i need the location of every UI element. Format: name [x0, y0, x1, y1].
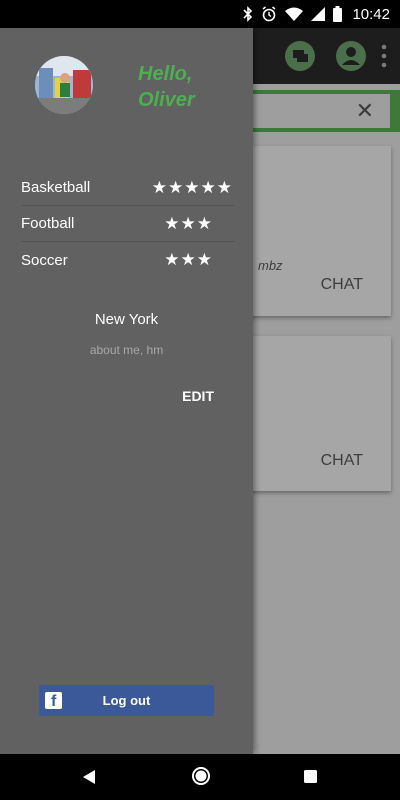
edit-button[interactable]: EDIT	[182, 388, 214, 404]
sports-list: Basketball ★★★★★ Football ★★★ Soccer ★★★	[21, 170, 235, 278]
avatar[interactable]	[35, 56, 93, 114]
home-icon[interactable]	[191, 766, 211, 786]
logout-button[interactable]: f Log out	[39, 685, 214, 716]
battery-icon	[333, 6, 343, 22]
list-card: mbz CHAT	[240, 146, 391, 316]
list-item: Basketball ★★★★★	[21, 170, 235, 206]
card-text: mbz	[258, 258, 283, 273]
status-bar: 10:42	[0, 0, 400, 28]
sport-name: Basketball	[21, 179, 91, 196]
navigation-drawer: Hello, Oliver Basketball ★★★★★ Football …	[0, 28, 253, 754]
star-rating: ★★★	[164, 213, 213, 233]
wifi-icon	[285, 7, 304, 21]
account-icon[interactable]	[336, 41, 366, 71]
about-text: about me, hm	[89, 343, 164, 357]
city-label: New York	[94, 311, 159, 328]
logout-label: Log out	[102, 693, 151, 708]
recents-icon[interactable]	[304, 770, 317, 783]
bluetooth-icon	[243, 6, 253, 22]
signal-icon	[311, 7, 326, 21]
star-rating: ★★★	[164, 250, 213, 269]
list-item: Football ★★★	[21, 206, 235, 242]
close-icon[interactable]: ✕	[356, 100, 374, 122]
search-input[interactable]: ✕	[253, 94, 390, 128]
back-icon[interactable]	[82, 769, 96, 785]
sport-name: Football	[21, 215, 75, 232]
list-item: Soccer ★★★	[21, 242, 235, 278]
status-time: 10:42	[352, 5, 390, 23]
chat-bubbles-icon[interactable]	[285, 41, 315, 71]
more-vert-icon[interactable]	[380, 44, 388, 68]
navigation-bar	[0, 754, 400, 800]
star-rating: ★★★★★	[151, 177, 233, 197]
sport-name: Soccer	[21, 251, 68, 269]
list-card: CHAT	[240, 336, 391, 491]
alarm-icon	[262, 6, 276, 22]
greeting-text: Hello, Oliver	[138, 63, 195, 111]
chat-button[interactable]: CHAT	[321, 452, 363, 470]
chat-button[interactable]: CHAT	[321, 276, 363, 294]
